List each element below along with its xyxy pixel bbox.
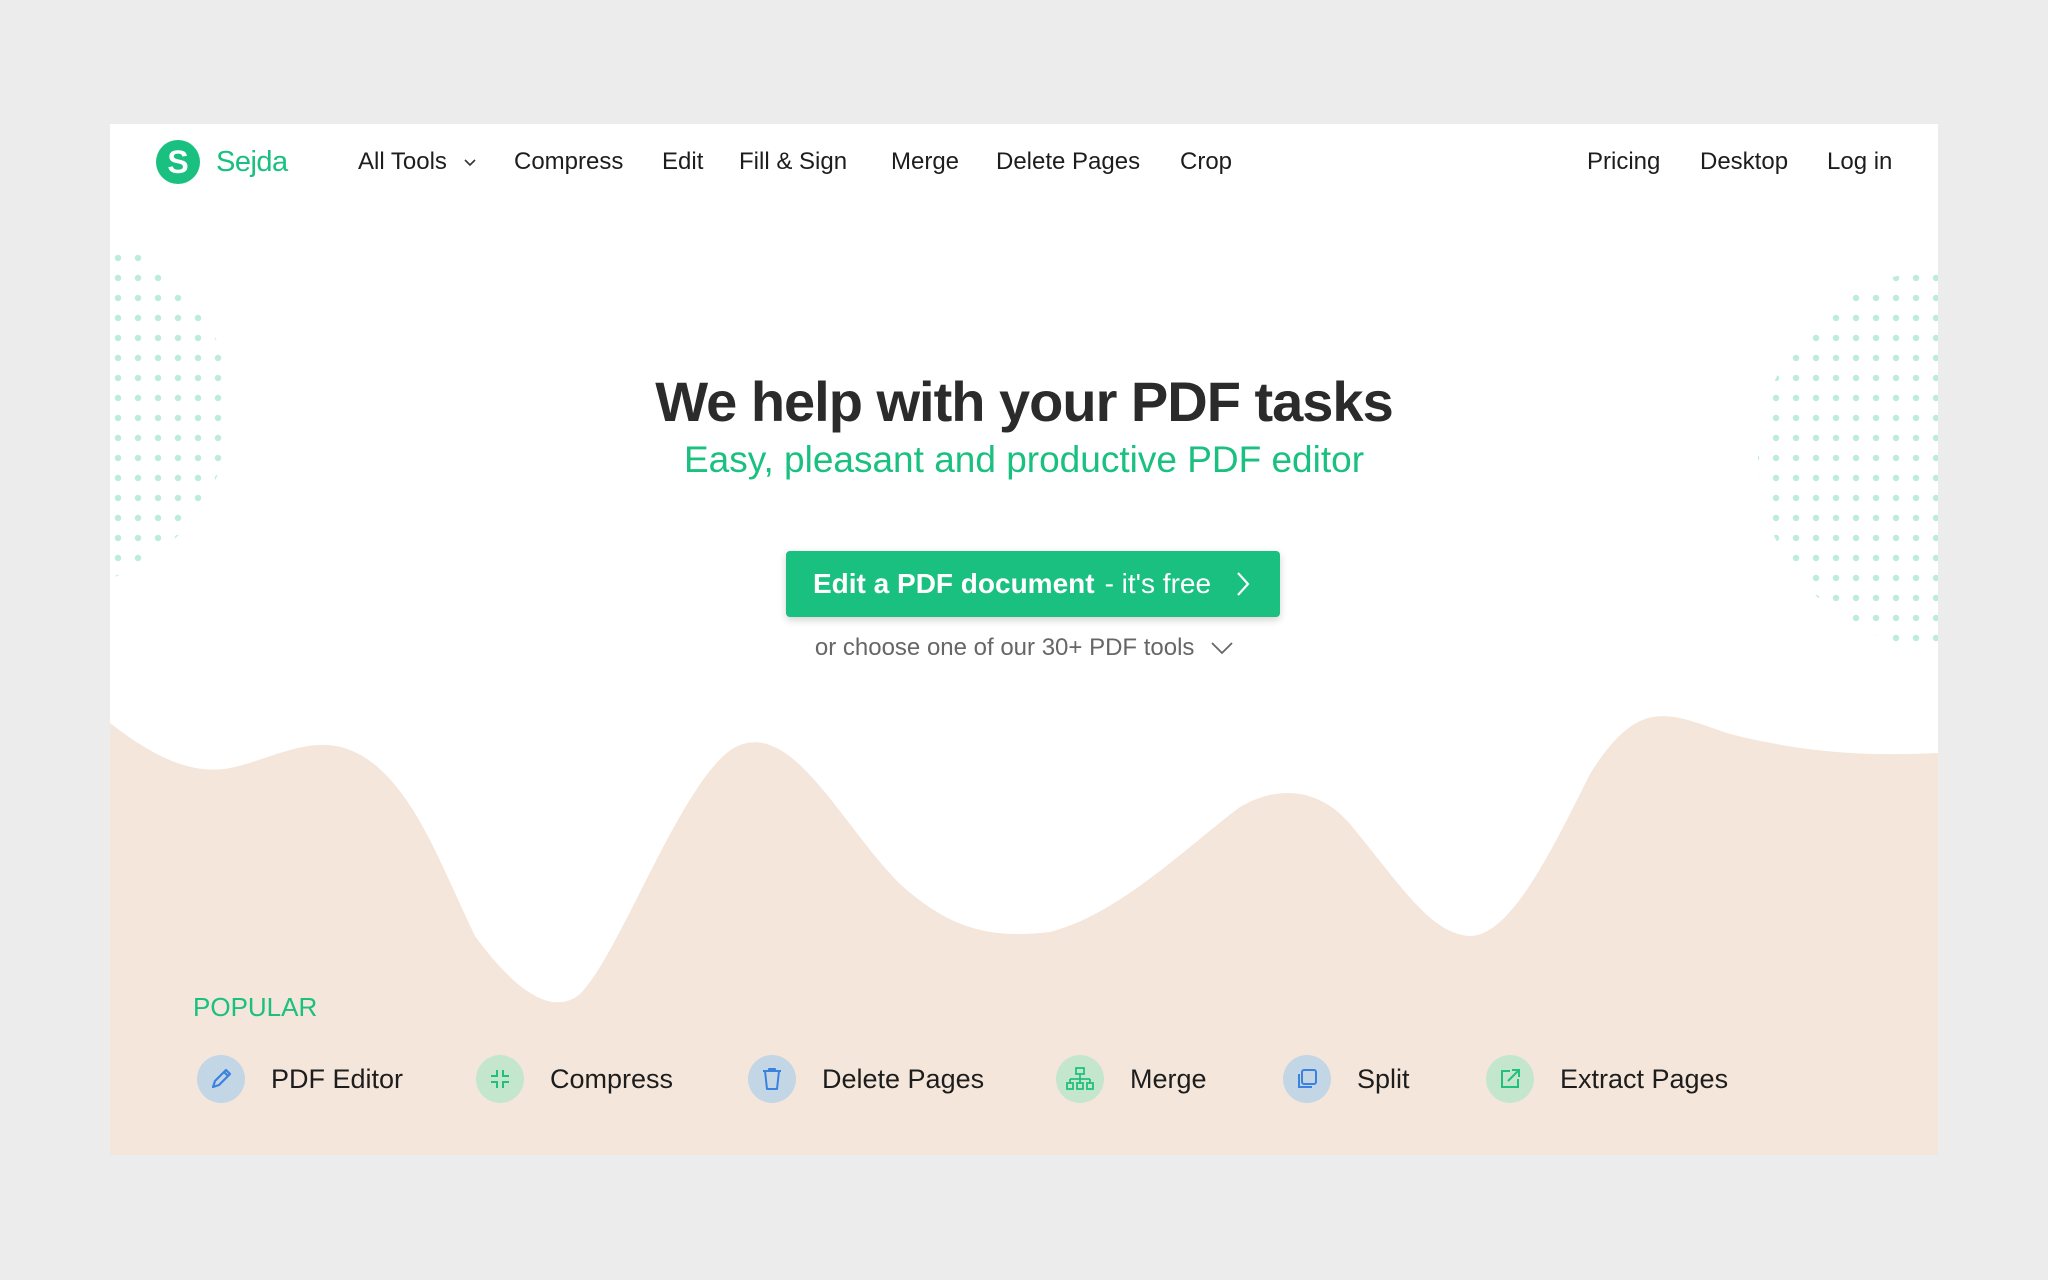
logo-icon: S — [156, 140, 200, 184]
chevron-down-icon — [1211, 642, 1233, 655]
brand-logo[interactable]: S Sejda — [156, 140, 288, 184]
chevron-right-icon — [1237, 572, 1250, 596]
cta-strong-text: Edit a PDF document — [813, 568, 1095, 599]
hero-title: We help with your PDF tasks — [655, 370, 1393, 433]
popular-item-label: PDF Editor — [271, 1063, 404, 1094]
trash-icon — [748, 1055, 796, 1103]
top-nav: S Sejda All Tools Compress Edit Fill & S… — [110, 124, 1938, 204]
nav-compress[interactable]: Compress — [514, 148, 623, 176]
nav-crop[interactable]: Crop — [1180, 148, 1232, 176]
nav-login[interactable]: Log in — [1827, 148, 1892, 176]
nav-delete-pages[interactable]: Delete Pages — [996, 148, 1140, 176]
popular-delete-pages[interactable]: Delete Pages — [748, 1055, 984, 1103]
more-tools-label: or choose one of our 30+ PDF tools — [814, 634, 1195, 661]
compress-icon — [476, 1055, 524, 1103]
edit-pdf-cta-button[interactable]: Edit a PDF document - it's free — [786, 551, 1280, 617]
brand-name: Sejda — [216, 145, 288, 178]
split-copy-icon — [1283, 1055, 1331, 1103]
popular-item-label: Extract Pages — [1560, 1063, 1729, 1094]
hero-subtitle: Easy, pleasant and productive PDF editor — [683, 439, 1365, 480]
popular-split[interactable]: Split — [1283, 1055, 1410, 1103]
chevron-down-icon — [464, 159, 476, 166]
popular-extract-pages[interactable]: Extract Pages — [1486, 1055, 1728, 1103]
popular-heading: POPULAR — [193, 992, 318, 1022]
nav-pricing[interactable]: Pricing — [1587, 148, 1660, 176]
popular-item-label: Merge — [1130, 1063, 1207, 1094]
popular-item-label: Delete Pages — [822, 1063, 985, 1094]
page-card: S Sejda All Tools Compress Edit Fill & S… — [110, 124, 1938, 1155]
popular-compress[interactable]: Compress — [476, 1055, 673, 1103]
cta-light-text: - it's free — [1104, 568, 1212, 599]
more-tools-dropdown[interactable]: or choose one of our 30+ PDF tools — [110, 634, 1938, 662]
nav-merge[interactable]: Merge — [891, 148, 959, 176]
nav-fill-sign[interactable]: Fill & Sign — [739, 148, 847, 176]
nav-desktop[interactable]: Desktop — [1700, 148, 1788, 176]
nav-all-tools[interactable]: All Tools — [358, 148, 476, 176]
extract-icon — [1486, 1055, 1534, 1103]
popular-item-label: Split — [1357, 1063, 1410, 1094]
nav-edit[interactable]: Edit — [662, 148, 703, 176]
popular-merge[interactable]: Merge — [1056, 1055, 1207, 1103]
merge-tree-icon — [1056, 1055, 1104, 1103]
popular-item-label: Compress — [550, 1063, 674, 1094]
pencil-icon — [197, 1055, 245, 1103]
popular-pdf-editor[interactable]: PDF Editor — [197, 1055, 403, 1103]
nav-all-tools-label: All Tools — [358, 148, 447, 175]
